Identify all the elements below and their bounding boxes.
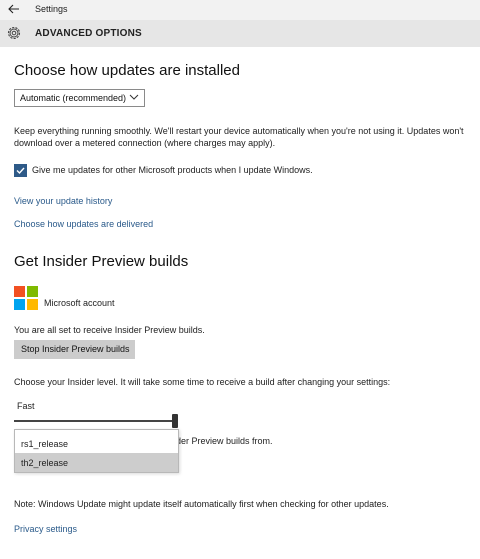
updates-heading: Choose how updates are installed — [14, 62, 240, 79]
page-title: ADVANCED OPTIONS — [35, 28, 142, 39]
checkmark-icon — [16, 167, 25, 175]
updates-description-line1: Keep everything running smoothly. We'll … — [14, 126, 464, 136]
back-arrow-icon[interactable] — [6, 3, 22, 17]
branch-description-text: der Preview builds from. — [176, 436, 273, 446]
insider-level-slider-track[interactable] — [14, 420, 176, 422]
logo-blue-square — [14, 299, 25, 310]
install-mode-dropdown[interactable]: Automatic (recommended) — [14, 89, 145, 107]
updates-description-line2: download over a metered connection (wher… — [14, 138, 276, 148]
branch-option-th2[interactable]: th2_release — [15, 453, 178, 472]
insider-heading: Get Insider Preview builds — [14, 253, 189, 270]
insider-level-value: Fast — [17, 401, 35, 411]
stop-insider-button[interactable]: Stop Insider Preview builds — [14, 340, 135, 359]
page-header: ADVANCED OPTIONS — [0, 20, 480, 47]
logo-yellow-square — [27, 299, 38, 310]
dropdown-value: Automatic (recommended) — [20, 93, 127, 103]
stop-insider-button-label: Stop Insider Preview builds — [21, 344, 130, 354]
gear-icon — [6, 25, 22, 41]
logo-red-square — [14, 286, 25, 297]
branch-dropdown-list: rs1_release th2_release — [14, 429, 179, 473]
logo-green-square — [27, 286, 38, 297]
update-delivery-link[interactable]: Choose how updates are delivered — [14, 219, 153, 229]
insider-status-text: You are all set to receive Insider Previ… — [14, 325, 205, 335]
privacy-settings-link[interactable]: Privacy settings — [14, 524, 77, 534]
app-title: Settings — [35, 4, 68, 14]
insider-level-slider-thumb[interactable] — [172, 414, 178, 428]
footer-note: Note: Windows Update might update itself… — [14, 499, 389, 509]
insider-level-text: Choose your Insider level. It will take … — [14, 377, 391, 387]
other-products-checkbox[interactable] — [14, 164, 27, 177]
account-label: Microsoft account — [44, 298, 115, 308]
title-bar: Settings — [0, 0, 480, 20]
branch-option-rs1[interactable]: rs1_release — [15, 434, 178, 453]
microsoft-logo-icon — [14, 286, 38, 310]
chevron-down-icon — [129, 92, 139, 106]
branch-option-label: th2_release — [21, 458, 69, 468]
update-history-link[interactable]: View your update history — [14, 196, 112, 206]
other-products-label: Give me updates for other Microsoft prod… — [32, 165, 313, 175]
branch-option-label: rs1_release — [21, 439, 69, 449]
